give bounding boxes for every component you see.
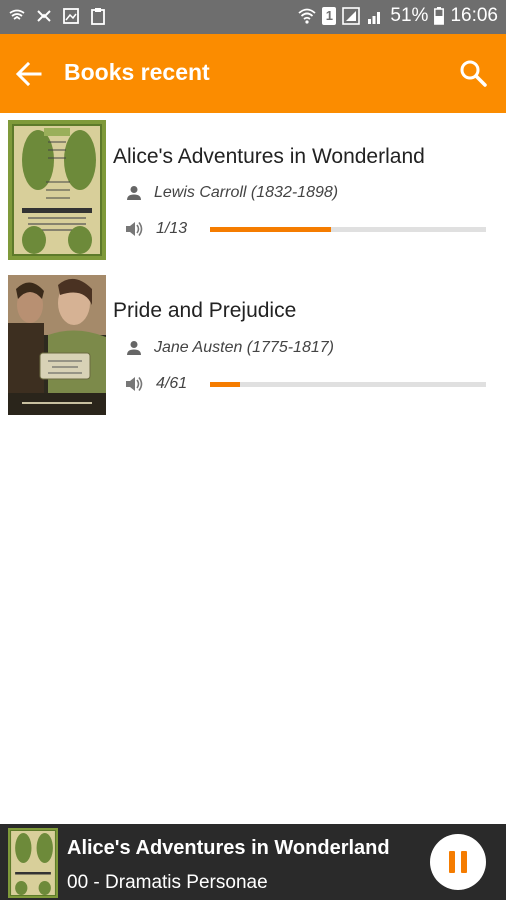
- book-author: Lewis Carroll (1832-1898): [154, 184, 339, 201]
- progress-bar-fill: [210, 227, 332, 232]
- author-row: Lewis Carroll (1832-1898): [126, 184, 338, 202]
- book-title: Pride and Prejudice: [113, 299, 297, 322]
- progress-row: 1/13: [124, 220, 200, 238]
- battery-percent: 51%: [390, 5, 429, 26]
- pause-icon: [449, 851, 455, 873]
- chapter-count: 1/13: [156, 220, 188, 237]
- system-indicators: 1 51% 16:06: [298, 5, 498, 27]
- volume-icon: [126, 377, 143, 391]
- image-icon: [63, 8, 79, 24]
- volume-icon: [126, 222, 143, 236]
- pause-icon: [461, 851, 467, 873]
- sim-badge: 1: [322, 7, 337, 25]
- wifi-broadcast-icon: [9, 9, 25, 20]
- now-playing-cover: [8, 828, 58, 898]
- person-icon: [127, 186, 141, 200]
- signal-box-icon: [342, 7, 361, 25]
- now-playing-title: Alice's Adventures in Wonderland: [67, 837, 390, 859]
- progress-bar: [210, 227, 486, 232]
- progress-bar: [210, 382, 486, 387]
- search-icon[interactable]: [458, 58, 488, 88]
- book-list-item[interactable]: Alice's Adventures in Wonderland Lewis C…: [0, 120, 506, 270]
- pause-button[interactable]: [430, 834, 486, 890]
- book-cover-image: [8, 120, 106, 260]
- book-title: Alice's Adventures in Wonderland: [113, 145, 425, 168]
- clipboard-icon: [91, 8, 105, 25]
- progress-bar-fill: [210, 382, 241, 387]
- notification-icons: [8, 7, 107, 25]
- person-icon: [127, 341, 141, 355]
- clock: 16:06: [450, 5, 498, 26]
- back-arrow-icon[interactable]: [14, 59, 44, 89]
- wifi-icon: [298, 8, 317, 24]
- book-author: Jane Austen (1775-1817): [154, 339, 334, 356]
- now-playing-bar[interactable]: Alice's Adventures in Wonderland 00 - Dr…: [0, 824, 506, 900]
- book-cover-image: [8, 275, 106, 415]
- page-title: Books recent: [64, 59, 210, 85]
- author-row: Jane Austen (1775-1817): [126, 339, 334, 357]
- cell-signal-icon: [368, 12, 381, 24]
- battery-icon: [434, 7, 445, 25]
- sync-icon: [37, 10, 51, 22]
- app-bar: Books recent: [0, 34, 506, 113]
- now-playing-chapter: 00 - Dramatis Personae: [67, 872, 268, 893]
- book-list-item[interactable]: Pride and Prejudice Jane Austen (1775-18…: [0, 275, 506, 425]
- chapter-count: 4/61: [156, 375, 188, 392]
- progress-row: 4/61: [124, 375, 200, 393]
- status-bar: 1 51% 16:06: [0, 0, 506, 34]
